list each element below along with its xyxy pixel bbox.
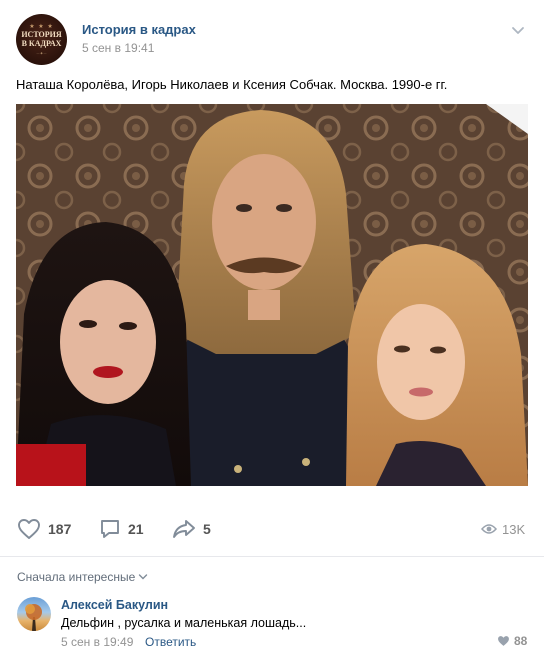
like-count: 187 [48,521,72,537]
comment-button[interactable]: 21 [99,518,144,540]
heart-icon [498,636,509,646]
eye-icon [481,524,497,534]
post-actions: 187 21 5 13K [0,510,544,550]
comment-like-count: 88 [514,634,528,648]
share-button[interactable]: 5 [172,518,211,540]
comment-count: 21 [128,521,144,537]
avatar-stars-icon: ★ ★ ★ [29,24,54,30]
group-name-link[interactable]: История в кадрах [82,22,196,37]
comment-icon [101,520,119,538]
share-arrow-icon [173,520,195,538]
post-text: Наташа Королёва, Игорь Николаев и Ксения… [16,77,448,92]
chevron-down-icon [139,574,148,580]
like-button[interactable]: 187 [17,518,71,540]
comment-like-button[interactable]: 88 [497,634,527,648]
avatar-logo: ИСТОРИЯ В КАДРАХ [21,30,62,48]
comment-reply-button[interactable]: Ответить [145,635,196,649]
wall-post: ★ ★ ★ ИСТОРИЯ В КАДРАХ — ◆ — История в ка… [0,0,544,661]
avatar-logo-sub: — ◆ — [36,51,47,55]
comment-author-avatar[interactable] [17,597,51,631]
views-counter: 13K [481,518,525,540]
comments-sort-dropdown[interactable]: Сначала интересные [17,570,148,584]
post-date[interactable]: 5 сен в 19:41 [82,41,154,55]
comments-sort-label: Сначала интересные [17,570,136,584]
group-avatar[interactable]: ★ ★ ★ ИСТОРИЯ В КАДРАХ — ◆ — [16,14,67,65]
comment-text: Дельфин , русалка и маленькая лошадь... [61,616,307,630]
comment-author-link[interactable]: Алексей Бакулин [61,598,168,612]
comment-date[interactable]: 5 сен в 19:49 [61,635,133,649]
divider [0,556,544,557]
share-count: 5 [203,521,211,537]
views-count: 13K [502,521,526,537]
post-header: ★ ★ ★ ИСТОРИЯ В КАДРАХ — ◆ — История в ка… [0,0,544,70]
post-photo[interactable] [16,104,528,486]
chevron-down-icon[interactable] [510,22,526,38]
heart-icon [18,519,40,539]
